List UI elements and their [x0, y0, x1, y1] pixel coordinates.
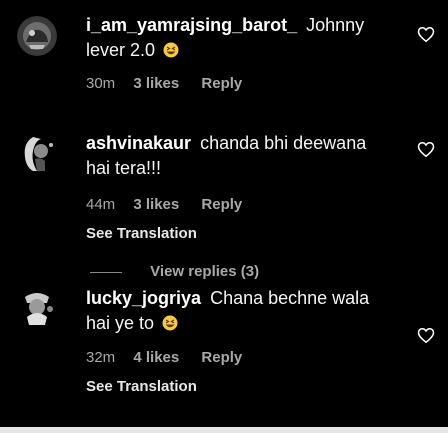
- replies-divider: [90, 271, 122, 273]
- comment-meta: 32m 4 likes Reply: [86, 348, 386, 368]
- grinning-squinting-face-icon: [162, 315, 178, 331]
- heart-outline-icon[interactable]: [417, 141, 435, 158]
- see-translation-button[interactable]: See Translation: [86, 224, 386, 244]
- comment-time: 32m: [86, 349, 116, 366]
- comment-text: lucky_jogriya Chana bechne wala hai ye t…: [86, 286, 386, 336]
- grinning-squinting-face-icon: [163, 42, 179, 58]
- view-replies-button[interactable]: View replies (3): [90, 262, 259, 282]
- comment-meta: 30m 3 likes Reply: [86, 74, 386, 94]
- comment-likes[interactable]: 3 likes: [133, 74, 179, 94]
- comment-likes[interactable]: 3 likes: [133, 195, 179, 215]
- reply-button[interactable]: Reply: [201, 348, 242, 368]
- heart-outline-icon[interactable]: [417, 26, 435, 43]
- avatar[interactable]: [17, 16, 57, 56]
- home-indicator-bar: [0, 427, 448, 433]
- view-replies-label: View replies (3): [150, 263, 260, 280]
- comments-screen: i_am_yamrajsing_barot_ Johnny lever 2.0 …: [0, 0, 448, 433]
- avatar[interactable]: [17, 287, 59, 329]
- heart-outline-icon[interactable]: [417, 327, 435, 344]
- comment-username[interactable]: ashvinakaur: [86, 133, 191, 153]
- comment-username[interactable]: i_am_yamrajsing_barot_: [86, 15, 297, 35]
- comment-text: ashvinakaur chanda bhi deewana hai tera!…: [86, 131, 386, 181]
- reply-button[interactable]: Reply: [201, 74, 242, 94]
- comment-time: 44m: [86, 196, 116, 213]
- see-translation-button[interactable]: See Translation: [86, 377, 386, 397]
- comment-likes[interactable]: 4 likes: [133, 348, 179, 368]
- avatar[interactable]: [15, 131, 61, 177]
- comment-time: 30m: [86, 75, 116, 92]
- comment-text: i_am_yamrajsing_barot_ Johnny lever 2.0: [86, 13, 386, 63]
- comment-username[interactable]: lucky_jogriya: [86, 288, 201, 308]
- reply-button[interactable]: Reply: [201, 195, 242, 215]
- comment-meta: 44m 3 likes Reply: [86, 195, 386, 215]
